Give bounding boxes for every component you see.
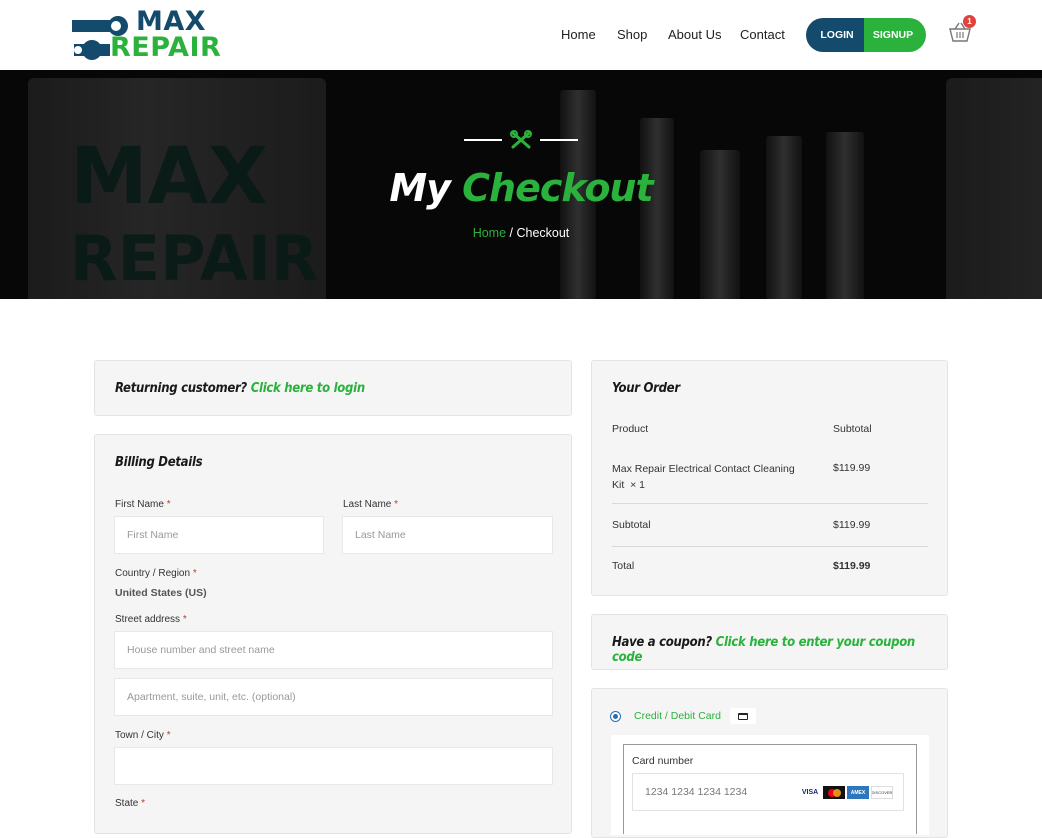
radio-dot — [613, 714, 618, 719]
order-col-subtotal: Subtotal — [833, 423, 872, 435]
state-label-text: State — [115, 798, 139, 809]
card-number-input[interactable]: 1234 1234 1234 1234 VISA AMEX DISCOVER — [632, 773, 904, 811]
street-address-label: Street address * — [115, 614, 187, 625]
signup-button[interactable]: SIGNUP — [864, 18, 926, 52]
required-mark: * — [141, 798, 146, 809]
required-mark: * — [182, 614, 187, 625]
street-address-field[interactable]: House number and street name — [114, 631, 553, 669]
order-total-label: Total — [612, 560, 635, 572]
order-item-name: Max Repair Electrical Contact Cleaning K… — [612, 461, 812, 493]
nav-home[interactable]: Home — [561, 27, 596, 42]
street-address-label-text: Street address — [115, 614, 181, 625]
hero-deco-line — [540, 139, 578, 141]
order-total-value: $119.99 — [833, 560, 871, 572]
order-subtotal-value: $119.99 — [833, 519, 871, 531]
nav-about-us[interactable]: About Us — [668, 27, 721, 42]
breadcrumb-home[interactable]: Home — [473, 226, 506, 240]
returning-customer-notice: Returning customer? Click here to login — [94, 360, 572, 416]
page-title: My Checkout — [0, 166, 1042, 210]
visa-icon: VISA — [799, 786, 821, 799]
billing-details-panel: Billing Details First Name * First Name … — [94, 434, 572, 834]
returning-customer-text: Returning customer? Click here to login — [115, 381, 365, 396]
last-name-label-text: Last Name — [343, 499, 392, 510]
site-logo[interactable]: MAX REPAIR — [70, 6, 230, 66]
order-col-product: Product — [612, 423, 649, 435]
card-number-label: Card number — [632, 755, 694, 767]
payment-method-label[interactable]: Credit / Debit Card — [634, 710, 721, 722]
coupon-notice: Have a coupon? Click here to enter your … — [591, 614, 948, 670]
nav-shop[interactable]: Shop — [617, 27, 647, 42]
payment-method-radio[interactable] — [610, 711, 621, 722]
card-number-box: Card number 1234 1234 1234 1234 VISA AME… — [623, 744, 917, 834]
required-mark: * — [192, 568, 197, 579]
city-field[interactable] — [114, 747, 553, 785]
mastercard-icon — [823, 786, 845, 799]
card-icon-shape — [738, 712, 748, 720]
apartment-placeholder: Apartment, suite, unit, etc. (optional) — [127, 691, 296, 703]
apartment-field[interactable]: Apartment, suite, unit, etc. (optional) — [114, 678, 553, 716]
login-button[interactable]: LOGIN — [806, 18, 864, 52]
tools-icon — [510, 130, 532, 149]
required-mark: * — [166, 499, 171, 510]
order-title: Your Order — [612, 381, 680, 396]
required-mark: * — [166, 730, 171, 741]
page-title-a: My — [389, 166, 451, 210]
order-item-qty: × 1 — [630, 479, 645, 491]
country-label: Country / Region * — [115, 568, 197, 579]
card-form: Card number 1234 1234 1234 1234 VISA AME… — [611, 735, 929, 835]
login-link[interactable]: Click here to login — [251, 381, 365, 396]
required-mark: * — [394, 499, 399, 510]
city-label: Town / City * — [115, 730, 171, 741]
coupon-text: Have a coupon? Click here to enter your … — [612, 635, 947, 665]
mastercard-circle-yellow — [832, 788, 841, 797]
site-header: MAX REPAIR Home Shop About Us Contact LO… — [0, 0, 1042, 70]
street-address-placeholder: House number and street name — [127, 644, 275, 656]
auth-buttons: LOGIN SIGNUP — [806, 18, 926, 52]
discover-text: DISCOVER — [871, 790, 893, 795]
cart-button[interactable]: 1 — [948, 15, 976, 46]
card-icon — [730, 708, 756, 724]
amex-icon: AMEX — [847, 786, 869, 799]
page-hero: MAX REPAIR My Checkout Home / Checkout — [0, 70, 1042, 299]
coupon-prompt: Have a coupon? — [612, 635, 712, 650]
last-name-label: Last Name * — [343, 499, 398, 510]
order-divider — [612, 503, 928, 504]
amex-text: AMEX — [850, 789, 866, 796]
payment-panel: Credit / Debit Card Card number 1234 123… — [591, 688, 948, 838]
card-number-placeholder: 1234 1234 1234 1234 — [645, 786, 748, 798]
hero-deco-line — [464, 139, 502, 141]
country-value[interactable]: United States (US) — [115, 587, 207, 599]
state-label: State * — [115, 798, 145, 809]
first-name-label-text: First Name — [115, 499, 164, 510]
first-name-field[interactable]: First Name — [114, 516, 324, 554]
first-name-label: First Name * — [115, 499, 171, 510]
last-name-placeholder: Last Name — [355, 529, 406, 541]
city-label-text: Town / City — [115, 730, 164, 741]
first-name-placeholder: First Name — [127, 529, 179, 541]
order-subtotal-label: Subtotal — [612, 519, 651, 531]
returning-customer-prompt: Returning customer? — [115, 381, 247, 396]
country-label-text: Country / Region — [115, 568, 191, 579]
order-summary-panel: Your Order Product Subtotal Max Repair E… — [591, 360, 948, 596]
breadcrumb: Home / Checkout — [0, 226, 1042, 240]
breadcrumb-current: Checkout — [516, 226, 570, 240]
order-divider — [612, 546, 928, 547]
card-brand-icons: VISA AMEX DISCOVER — [799, 786, 893, 799]
nav-contact[interactable]: Contact — [740, 27, 785, 42]
breadcrumb-separator: / — [506, 226, 517, 240]
page-title-b: Checkout — [462, 166, 653, 210]
visa-text: VISA — [801, 789, 819, 796]
billing-title: Billing Details — [115, 455, 203, 470]
cart-count-badge: 1 — [963, 15, 976, 28]
discover-icon: DISCOVER — [871, 786, 893, 799]
order-item-price: $119.99 — [833, 462, 871, 474]
last-name-field[interactable]: Last Name — [342, 516, 553, 554]
logo-text-repair: REPAIR — [110, 32, 222, 63]
hero-decoration — [464, 130, 578, 150]
